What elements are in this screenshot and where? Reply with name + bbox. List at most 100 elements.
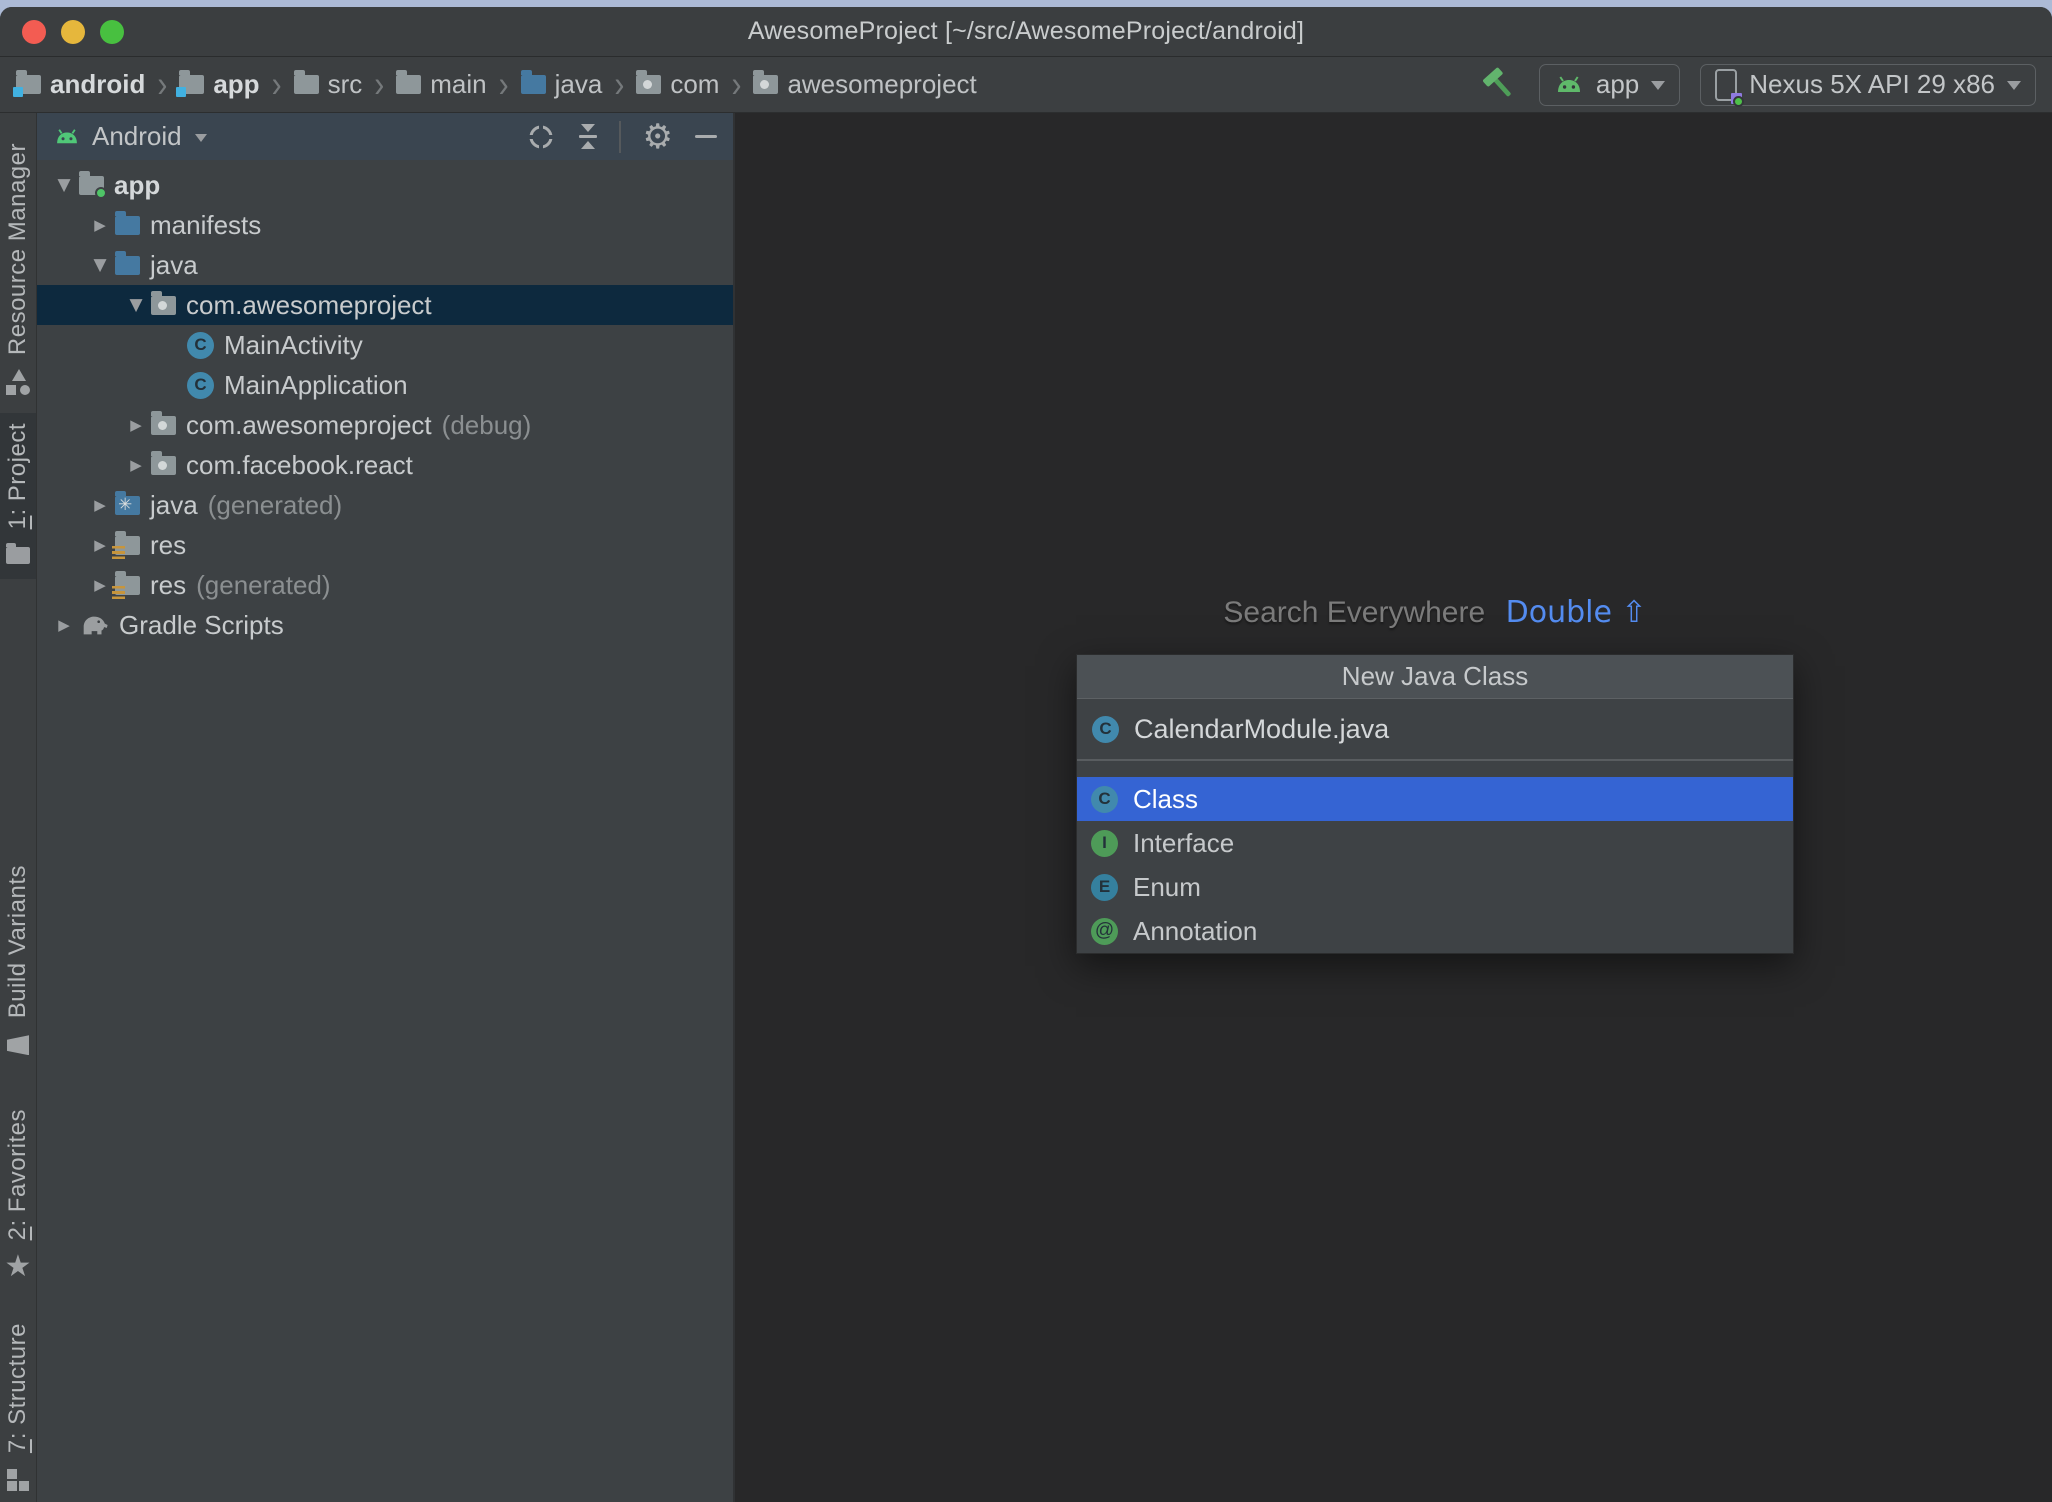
tree-item-mainapplication[interactable]: MainApplication <box>37 365 733 405</box>
tree-item-com-awesomeproject-debug[interactable]: com.awesomeproject (debug) <box>37 405 733 445</box>
tree-item-res[interactable]: res <box>37 525 733 565</box>
hide-panel-icon[interactable] <box>695 134 717 139</box>
class-name-input[interactable]: CalendarModule.java <box>1077 699 1793 761</box>
java-class-icon <box>187 371 214 399</box>
breadcrumb-app[interactable]: app <box>176 69 260 100</box>
breadcrumb-label: awesomeproject <box>787 69 977 99</box>
hint-shortcut: Double ⇧ <box>1505 595 1647 630</box>
popup-item-annotation[interactable]: Annotation <box>1077 909 1793 953</box>
tree-item-suffix: (debug) <box>441 409 532 440</box>
tree-item-label: manifests <box>150 209 262 240</box>
chevron-collapsed-icon[interactable] <box>85 535 115 555</box>
interface-icon <box>1091 829 1118 857</box>
chevron-collapsed-icon[interactable] <box>85 575 115 595</box>
tool-window-label: 7: Structure <box>4 1323 31 1454</box>
package-folder-icon <box>151 410 176 435</box>
package-folder-icon <box>753 70 779 94</box>
structure-icon <box>5 1467 31 1493</box>
chevron-down-icon <box>1651 81 1666 90</box>
chevron-collapsed-icon[interactable] <box>121 455 151 475</box>
breadcrumb-src[interactable]: src <box>293 69 362 100</box>
zoom-button[interactable] <box>100 19 124 44</box>
tool-window-button-build-variants[interactable]: Build Variants <box>0 855 36 1068</box>
minimize-button[interactable] <box>61 19 85 44</box>
build-hammer-icon[interactable] <box>1481 64 1519 106</box>
chevron-collapsed-icon[interactable] <box>85 495 115 515</box>
chevron-collapsed-icon[interactable] <box>85 215 115 235</box>
enum-icon <box>1091 873 1118 901</box>
chevron-expanded-icon[interactable] <box>49 175 79 195</box>
divider <box>619 120 621 153</box>
locate-icon[interactable] <box>525 121 557 153</box>
tree-item-label: java <box>150 489 198 520</box>
tree-item-app[interactable]: app <box>37 165 733 205</box>
chevron-down-icon <box>2007 81 2021 90</box>
res-folder-icon <box>112 530 140 559</box>
title-bar: AwesomeProject [~/src/AwesomeProject/and… <box>0 7 2052 57</box>
chevron-collapsed-icon[interactable] <box>49 615 79 635</box>
collapse-all-icon[interactable] <box>579 124 598 149</box>
tool-window-button-resource-manager[interactable]: Resource Manager <box>0 133 36 405</box>
class-name-value: CalendarModule.java <box>1134 713 1390 744</box>
close-button[interactable] <box>22 19 46 44</box>
chevron-collapsed-icon[interactable] <box>121 415 151 435</box>
tree-item-label: com.awesomeproject <box>186 289 432 320</box>
folder-icon <box>396 70 422 94</box>
search-everywhere-hint: Search Everywhere Double ⇧ <box>1076 595 1794 630</box>
tree-item-label: java <box>150 249 198 280</box>
tool-window-button-project[interactable]: 1: Project <box>0 413 36 580</box>
breadcrumb-android[interactable]: android <box>13 69 145 100</box>
tree-item-java-generated[interactable]: java (generated) <box>37 485 733 525</box>
tool-window-label: Build Variants <box>4 865 31 1019</box>
annotation-icon <box>1091 917 1118 945</box>
android-head-icon <box>1557 75 1580 92</box>
tree-item-java[interactable]: java <box>37 245 733 285</box>
breadcrumb-com[interactable]: com <box>636 69 719 100</box>
tool-window-button-favorites[interactable]: 2: Favorites <box>0 1099 36 1290</box>
build-variants-icon <box>5 1032 31 1058</box>
popup-item-enum[interactable]: Enum <box>1077 865 1793 909</box>
chevron-expanded-icon[interactable] <box>121 295 151 315</box>
settings-gear-icon[interactable] <box>643 120 673 154</box>
project-view-selector[interactable]: Android <box>92 121 182 152</box>
new-java-class-popup: New Java Class CalendarModule.java Class… <box>1076 654 1794 954</box>
module-folder-icon <box>13 70 41 97</box>
popup-item-class[interactable]: Class <box>1077 777 1793 821</box>
package-folder-icon <box>636 70 662 94</box>
device-label: Nexus 5X API 29 x86 <box>1749 69 1995 99</box>
run-config-dropdown[interactable]: app <box>1538 63 1681 106</box>
popup-item-label: Class <box>1133 783 1199 814</box>
tree-item-label: Gradle Scripts <box>119 609 284 640</box>
tree-item-res-generated[interactable]: res (generated) <box>37 565 733 605</box>
tool-window-label: 1: Project <box>4 423 31 530</box>
tree-item-manifests[interactable]: manifests <box>37 205 733 245</box>
popup-item-interface[interactable]: Interface <box>1077 821 1793 865</box>
tool-window-button-structure[interactable]: 7: Structure <box>0 1313 36 1502</box>
tree-item-label: com.awesomeproject <box>186 409 432 440</box>
tree-item-label: res <box>150 569 187 600</box>
breadcrumb-main[interactable]: main <box>396 69 487 100</box>
source-folder-icon <box>520 70 546 94</box>
tree-item-com-awesomeproject[interactable]: com.awesomeproject <box>37 285 733 325</box>
tree-item-gradle-scripts[interactable]: Gradle Scripts <box>37 605 733 645</box>
chevron-down-icon[interactable] <box>194 134 207 142</box>
popup-title: New Java Class <box>1077 655 1793 699</box>
source-folder-icon <box>115 210 140 235</box>
breadcrumb-separator-icon <box>614 63 624 106</box>
tool-window-label: Resource Manager <box>4 143 31 356</box>
popup-item-label: Annotation <box>1133 915 1258 946</box>
module-folder-icon <box>176 70 205 97</box>
resource-manager-icon <box>5 369 31 396</box>
tree-item-label: MainActivity <box>224 329 363 360</box>
chevron-expanded-icon[interactable] <box>85 255 115 275</box>
package-folder-icon <box>151 290 176 315</box>
tree-item-com-facebook-react[interactable]: com.facebook.react <box>37 445 733 485</box>
device-dropdown[interactable]: Nexus 5X API 29 x86 <box>1700 63 2036 107</box>
breadcrumb-separator-icon <box>157 63 167 106</box>
breadcrumb-awesomeproject[interactable]: awesomeproject <box>753 69 977 100</box>
android-head-icon <box>57 128 77 143</box>
tree-item-label: res <box>150 529 187 560</box>
editor-area: Search Everywhere Double ⇧ New Java Clas… <box>735 113 2052 1502</box>
tree-item-mainactivity[interactable]: MainActivity <box>37 325 733 365</box>
breadcrumb-java[interactable]: java <box>520 69 602 100</box>
